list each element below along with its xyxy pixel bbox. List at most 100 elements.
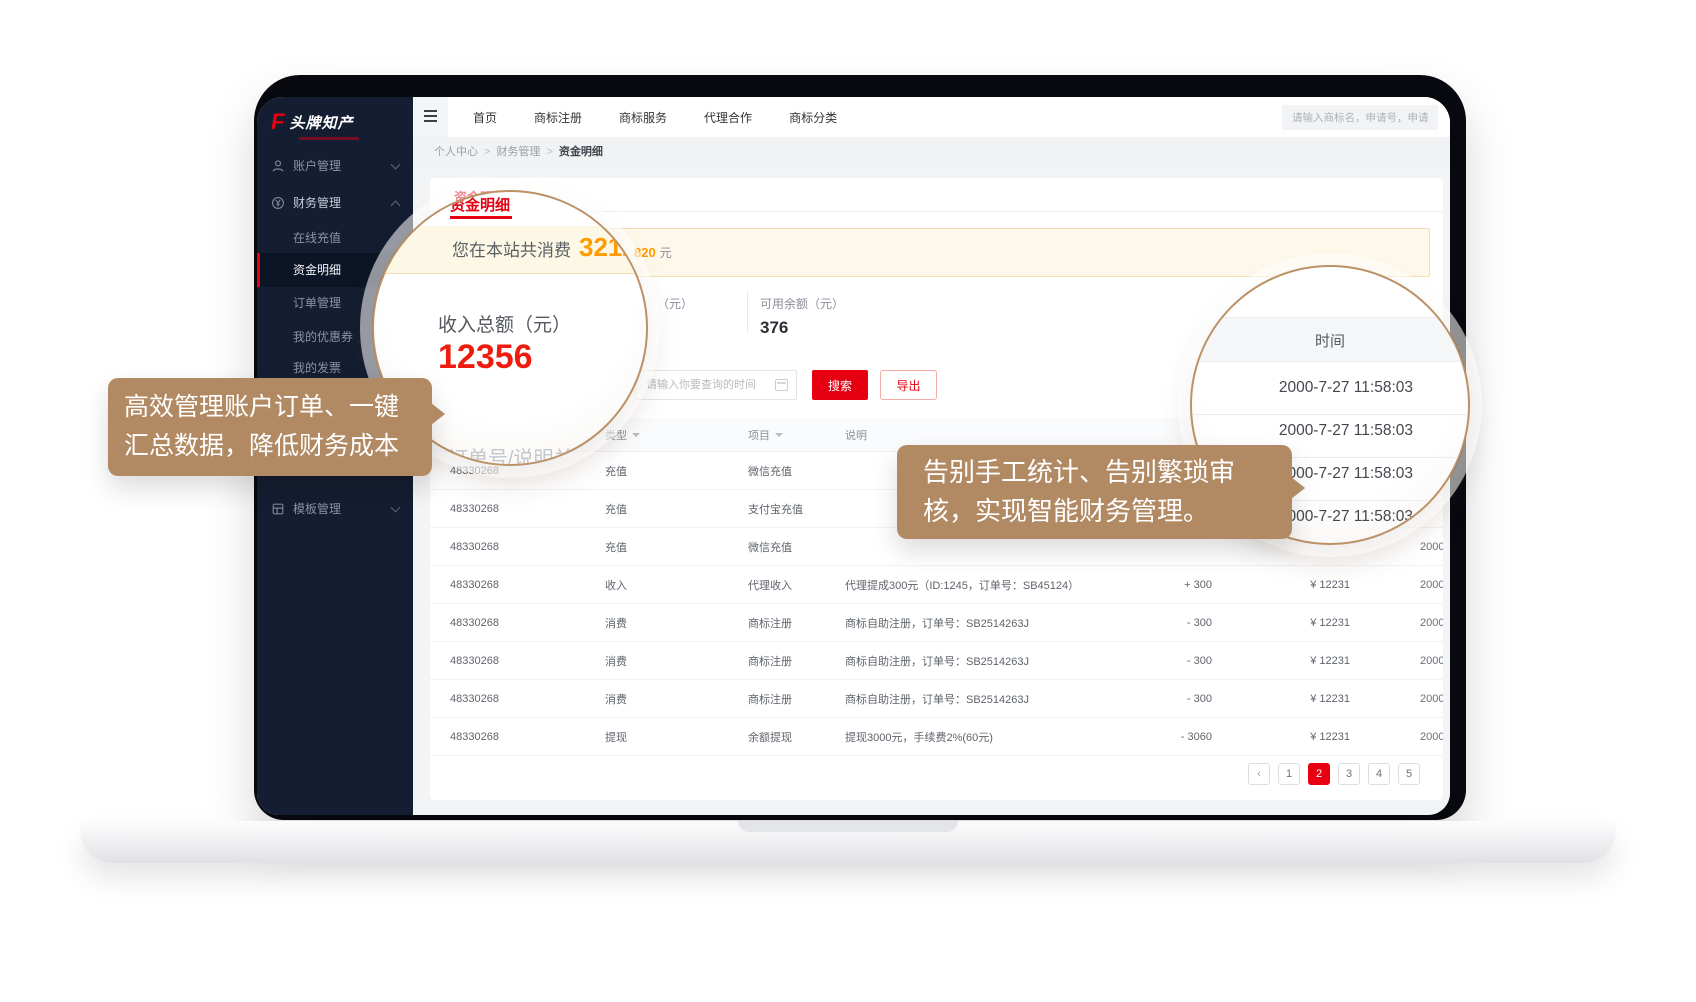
sidebar-item-label: 我的优惠券 xyxy=(293,320,353,354)
brand-tagline xyxy=(299,137,359,140)
cell-desc: 商标自助注册，订单号：SB2514263J xyxy=(845,691,1145,707)
sidebar-item-label: 资金明细 xyxy=(293,253,341,287)
cell-balance: ¥ 12231 xyxy=(1212,579,1350,591)
template-icon xyxy=(271,502,285,516)
cell-project: 商标注册 xyxy=(748,691,845,707)
date-filter-wrap xyxy=(635,370,797,400)
magnified-time-value: 2000-7-27 11:58:03 xyxy=(1279,508,1413,526)
cell-type: 充值 xyxy=(605,539,748,555)
sort-caret-icon xyxy=(775,433,783,441)
breadcrumb-item[interactable]: 个人中心 xyxy=(434,146,478,158)
screenshot-canvas: F 头牌知产 账户管理 财务管理 xyxy=(0,0,1696,1002)
table-header-project[interactable]: 项目 xyxy=(748,427,845,443)
chevron-up-icon xyxy=(391,201,401,211)
cell-amount: - 300 xyxy=(1145,693,1212,705)
page-button-5[interactable]: 5 xyxy=(1398,763,1420,785)
magnified-banner-prefix: 您在本站共消费 xyxy=(452,236,571,261)
row-divider xyxy=(1192,414,1468,415)
cell-order: 48330268 xyxy=(450,541,605,553)
cell-type: 提现 xyxy=(605,729,748,745)
cell-project: 支付宝充值 xyxy=(748,501,845,517)
brand-logo[interactable]: F 头牌知产 xyxy=(271,111,353,133)
prev-page-button[interactable]: ‹ xyxy=(1248,763,1270,785)
nav-item-trademark-services[interactable]: 商标服务 xyxy=(619,109,667,126)
cell-time: 2000-7-27 11:58:03 xyxy=(1350,693,1443,705)
nav-item-trademark-classes[interactable]: 商标分类 xyxy=(789,109,837,126)
pagination: ‹ 1 2 3 4 5 xyxy=(1248,763,1420,785)
sidebar-item-finance[interactable]: 财务管理 xyxy=(257,186,413,220)
consumption-suffix: 元 xyxy=(660,246,672,260)
table-row[interactable]: 48330268提现余额提现提现3000元，手续费2%(60元)- 3060¥ … xyxy=(430,718,1443,756)
cell-project: 代理收入 xyxy=(748,577,845,593)
chevron-down-icon xyxy=(391,503,401,513)
breadcrumb-separator: > xyxy=(546,146,552,158)
cell-type: 充值 xyxy=(605,463,748,479)
magnified-time-value: 2000-7-27 11:58:03 xyxy=(1279,379,1413,397)
cell-time: 2000-7-27 11:58:03 xyxy=(1350,731,1443,743)
laptop-base-notch xyxy=(738,821,958,832)
date-filter-input[interactable] xyxy=(635,370,797,400)
top-nav-links: 首页 商标注册 商标服务 代理合作 商标分类 xyxy=(473,97,837,137)
brand-name: 头牌知产 xyxy=(289,112,353,133)
cell-time: 2000-7-27 11:58:03 xyxy=(1350,655,1443,667)
cell-type: 收入 xyxy=(605,577,748,593)
table-header-type[interactable]: 类型 xyxy=(605,427,748,443)
global-search-input[interactable] xyxy=(1282,105,1438,130)
magnified-banner-amount: 32124 xyxy=(579,232,648,263)
cell-project: 微信充值 xyxy=(748,463,845,479)
hamburger-bar xyxy=(424,110,437,112)
cell-desc: 商标自助注册，订单号：SB2514263J xyxy=(845,653,1145,669)
cell-type: 消费 xyxy=(605,615,748,631)
cell-project: 商标注册 xyxy=(748,615,845,631)
cell-order: 48330268 xyxy=(450,503,605,515)
table-row[interactable]: 48330268消费商标注册商标自助注册，订单号：SB2514263J- 300… xyxy=(430,604,1443,642)
page-button-2-active[interactable]: 2 xyxy=(1308,763,1330,785)
cell-balance: ¥ 12231 xyxy=(1212,731,1350,743)
export-button[interactable]: 导出 xyxy=(880,370,937,400)
page-button-4[interactable]: 4 xyxy=(1368,763,1390,785)
search-button[interactable]: 搜索 xyxy=(812,370,868,400)
cell-desc: 商标自助注册，订单号：SB2514263J xyxy=(845,615,1145,631)
cell-amount: + 300 xyxy=(1145,579,1212,591)
nav-item-agency[interactable]: 代理合作 xyxy=(704,109,752,126)
cell-time: 2000-7-27 11:58:03 xyxy=(1350,579,1443,591)
sidebar-item-label: 财务管理 xyxy=(293,186,341,220)
nav-item-trademark-register[interactable]: 商标注册 xyxy=(534,109,582,126)
cell-order: 48330268 xyxy=(450,655,605,667)
sidebar-item-label: 在线充值 xyxy=(293,221,341,255)
finance-icon xyxy=(271,196,285,210)
callout-left-text: 高效管理账户订单、一键汇总数据，降低财务成本 xyxy=(124,393,399,460)
calendar-icon[interactable] xyxy=(775,379,788,391)
callout-tail-icon xyxy=(431,403,445,425)
stat-balance-value: 376 xyxy=(760,318,844,338)
breadcrumb-separator: > xyxy=(484,146,490,158)
magnified-time-header: 时间 xyxy=(1192,330,1468,351)
magnified-banner-text: 您在本站共消费 32124 xyxy=(452,232,648,263)
table-row[interactable]: 48330268收入代理收入代理提成300元（ID:1245，订单号：SB451… xyxy=(430,566,1443,604)
stat-col2-label: （元） xyxy=(657,295,693,312)
cell-balance: ¥ 12231 xyxy=(1212,617,1350,629)
sidebar-item-label: 账户管理 xyxy=(293,149,341,183)
callout-tail-icon xyxy=(1291,477,1305,499)
page-button-3[interactable]: 3 xyxy=(1338,763,1360,785)
top-navbar: 首页 商标注册 商标服务 代理合作 商标分类 xyxy=(413,97,1450,137)
table-row[interactable]: 48330268消费商标注册商标自助注册，订单号：SB2514263J- 300… xyxy=(430,680,1443,718)
page-button-1[interactable]: 1 xyxy=(1278,763,1300,785)
cell-desc: 代理提成300元（ID:1245，订单号：SB45124） xyxy=(845,577,1145,593)
magnified-income-value: 12356 xyxy=(438,338,533,377)
sidebar-item-account[interactable]: 账户管理 xyxy=(257,149,413,183)
cell-amount: - 300 xyxy=(1145,617,1212,629)
magnified-income-label: 收入总额（元） xyxy=(438,310,571,337)
magnified-tab-label: 资金明细 xyxy=(450,194,510,215)
hamburger-menu-button[interactable] xyxy=(413,97,448,137)
cell-order: 48330268 xyxy=(450,693,605,705)
table-row[interactable]: 48330268消费商标注册商标自助注册，订单号：SB2514263J- 300… xyxy=(430,642,1443,680)
magnified-keyword-placeholder: 订单号/说明关键词 xyxy=(448,442,614,466)
cell-balance: ¥ 12231 xyxy=(1212,655,1350,667)
cell-desc: 提现3000元，手续费2%(60元) xyxy=(845,729,1145,745)
breadcrumb: 个人中心>财务管理>资金明细 xyxy=(413,137,1450,167)
breadcrumb-item[interactable]: 财务管理 xyxy=(496,146,540,158)
callout-left: 高效管理账户订单、一键汇总数据，降低财务成本 xyxy=(108,378,432,476)
sidebar-item-templates[interactable]: 模板管理 xyxy=(257,492,413,526)
nav-item-home[interactable]: 首页 xyxy=(473,109,497,126)
